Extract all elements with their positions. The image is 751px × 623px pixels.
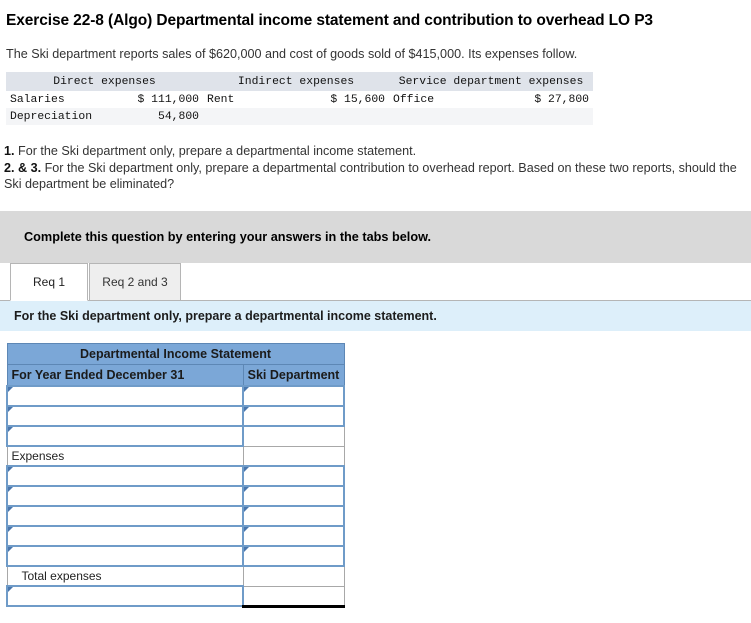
requirement-2: 2. & 3. For the Ski department only, pre…: [4, 160, 746, 193]
sheet-label-input-7[interactable]: [6, 525, 244, 548]
given-data-table: Direct expenses Indirect expenses Servic…: [6, 72, 594, 125]
given-direct-value-0: $ 111,000: [137, 93, 200, 106]
given-header-row: Direct expenses Indirect expenses Servic…: [6, 72, 594, 91]
sheet-value-input-1[interactable]: [242, 405, 345, 428]
requirement-1: 1. For the Ski department only, prepare …: [4, 143, 746, 160]
given-service-value-1: [494, 108, 594, 125]
sheet-value-input-8[interactable]: [242, 545, 345, 568]
sheet-value-static-2: [242, 425, 345, 447]
given-service-value-0: $ 27,800: [534, 93, 590, 106]
tab-req-2-and-3[interactable]: Req 2 and 3: [89, 262, 181, 301]
tab-strip: Req 1 Req 2 and 3: [0, 262, 751, 301]
given-header-service: Service department expenses: [389, 72, 594, 91]
intro-paragraph: The Ski department reports sales of $620…: [6, 47, 578, 61]
table-row: Salaries $ 111,000 Rent $ 15,600 Office …: [6, 91, 593, 108]
given-indirect-label-0: Rent: [207, 93, 235, 106]
table-row: [6, 585, 345, 608]
sheet-column-header-row: For Year Ended December 31 Ski Departmen…: [6, 363, 345, 387]
sheet-value-input-4[interactable]: [242, 465, 345, 488]
sheet-label-input-10[interactable]: [6, 585, 244, 608]
sheet-label-expenses: Expenses: [6, 445, 244, 467]
given-header-direct: Direct expenses: [6, 72, 204, 91]
instruction-banner: Complete this question by entering your …: [0, 210, 751, 263]
requirement-2-number: 2. & 3.: [4, 160, 42, 175]
table-row: [6, 385, 345, 408]
requirement-1-number: 1.: [4, 144, 15, 158]
sheet-label-input-6[interactable]: [6, 505, 244, 528]
sheet-label-input-0[interactable]: [6, 385, 244, 408]
sheet-title: Departmental Income Statement: [6, 342, 345, 365]
sheet-value-static-3: [242, 445, 345, 467]
given-indirect-value-0: $ 15,600: [330, 93, 386, 106]
sheet-col-header-period: For Year Ended December 31: [6, 363, 244, 387]
sheet-value-net-income: [242, 585, 345, 608]
sheet-label-input-4[interactable]: [6, 465, 244, 488]
sheet-col-header-department: Ski Department: [242, 363, 345, 387]
given-direct-label-1: Depreciation: [6, 108, 99, 125]
requirements-block: 1. For the Ski department only, prepare …: [0, 125, 746, 193]
answer-sheet-wrap: Departmental Income Statement For Year E…: [6, 342, 751, 608]
sub-instruction-text: For the Ski department only, prepare a d…: [14, 308, 437, 323]
requirement-2-text: For the Ski department only, prepare a d…: [4, 160, 737, 192]
given-direct-label-0: Salaries: [10, 93, 65, 106]
departmental-income-statement-table: Departmental Income Statement For Year E…: [6, 342, 345, 608]
given-direct-value-1: 54,800: [99, 108, 204, 125]
sub-instruction-bar: For the Ski department only, prepare a d…: [0, 300, 751, 331]
instruction-banner-text: Complete this question by entering your …: [24, 229, 432, 244]
tab-req-1[interactable]: Req 1: [10, 262, 88, 301]
given-indirect-value-1: [295, 108, 390, 125]
sheet-label-input-2[interactable]: [6, 425, 244, 448]
sheet-label-input-5[interactable]: [6, 485, 244, 508]
given-service-label-0: Office: [393, 93, 435, 106]
given-data-table-wrap: Direct expenses Indirect expenses Servic…: [6, 72, 594, 125]
table-row: Depreciation 54,800: [6, 108, 594, 125]
table-row: [6, 485, 345, 508]
sheet-label-input-1[interactable]: [6, 405, 244, 428]
sheet-label-total-expenses: Total expenses: [6, 565, 244, 587]
given-header-indirect: Indirect expenses: [203, 72, 390, 91]
sheet-value-input-7[interactable]: [242, 525, 345, 548]
sheet-value-input-0[interactable]: [242, 385, 345, 408]
table-row: [6, 525, 345, 548]
sheet-label-input-8[interactable]: [6, 545, 244, 568]
sheet-value-total-expenses: [242, 565, 345, 587]
sheet-title-row: Departmental Income Statement: [6, 342, 345, 365]
page-title: Exercise 22-8 (Algo) Departmental income…: [6, 12, 653, 29]
sheet-value-input-6[interactable]: [242, 505, 345, 528]
given-indirect-label-1: [203, 108, 296, 125]
table-row: [6, 405, 345, 428]
table-row: [6, 505, 345, 528]
table-row: [6, 425, 345, 448]
requirement-1-text: For the Ski department only, prepare a d…: [18, 144, 417, 158]
given-service-label-1: [389, 108, 495, 125]
table-row: Total expenses: [6, 565, 345, 587]
table-row: [6, 545, 345, 568]
table-row: Expenses: [6, 445, 345, 467]
table-row: [6, 465, 345, 488]
sheet-value-input-5[interactable]: [242, 485, 345, 508]
